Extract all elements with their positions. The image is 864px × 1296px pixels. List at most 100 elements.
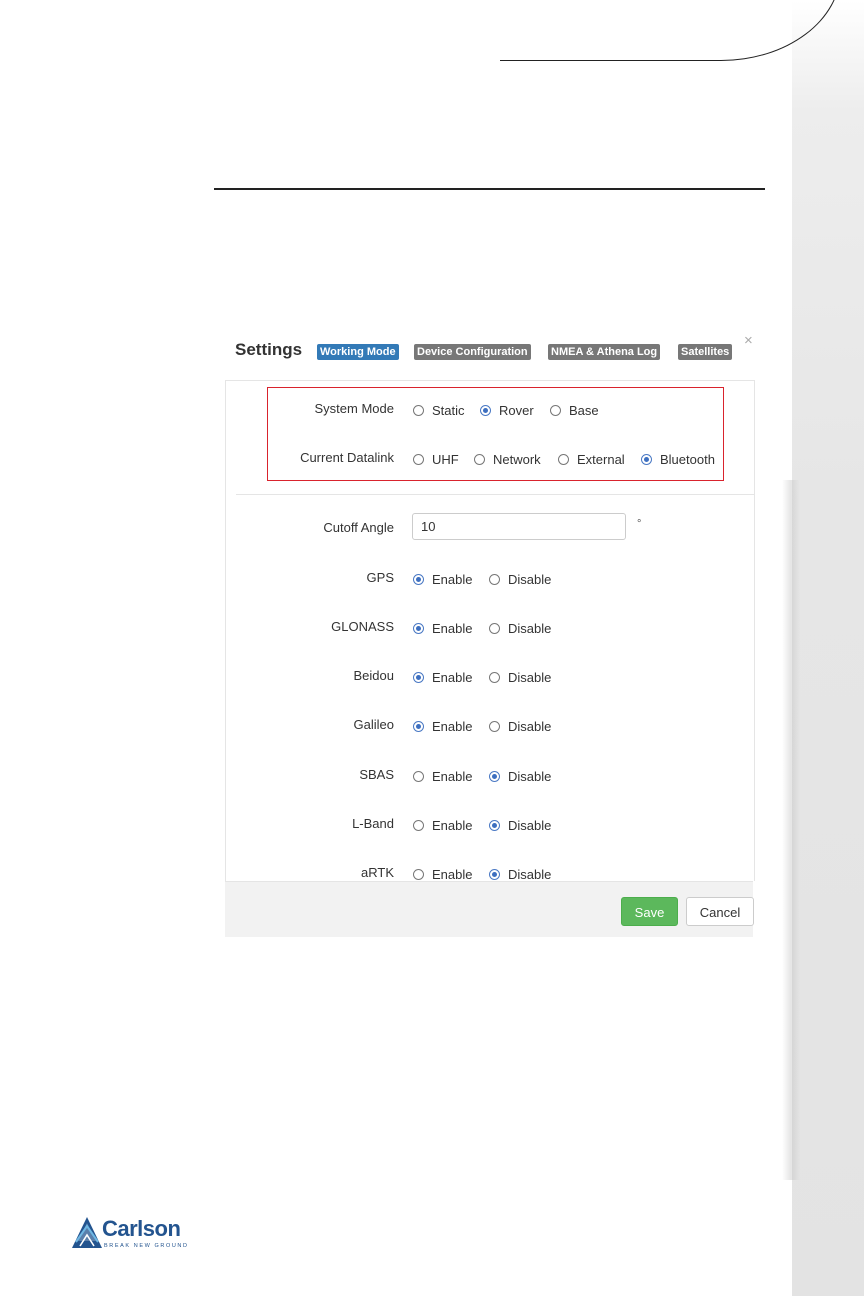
glonass-disable-option[interactable]: Disable (489, 617, 551, 639)
radio-uhf[interactable] (413, 453, 424, 465)
artk-enable-option[interactable]: Enable (413, 863, 472, 881)
radio-static[interactable] (413, 404, 424, 416)
cutoff-angle-input[interactable] (412, 513, 626, 540)
beidou-enable-option[interactable]: Enable (413, 666, 472, 688)
radio-galileo-enable[interactable] (413, 720, 424, 732)
option-label: UHF (432, 451, 459, 467)
sbas-label: SBAS (359, 767, 394, 782)
option-label: Rover (499, 402, 534, 418)
dialog-header: Settings Working Mode Device Configurati… (225, 326, 755, 381)
option-label: Enable (432, 718, 473, 734)
degree-unit: ° (637, 518, 642, 530)
radio-l-band-disable[interactable] (489, 819, 500, 831)
radio-beidou-enable[interactable] (413, 671, 424, 683)
radio-sbas-disable[interactable] (489, 770, 500, 782)
radio-bluetooth[interactable] (641, 453, 652, 465)
cutoff-angle-label: Cutoff Angle (323, 520, 394, 535)
system-mode-rover-option[interactable]: Rover (480, 399, 534, 421)
tab-satellites[interactable]: Satellites (678, 344, 733, 360)
settings-dialog: Settings Working Mode Device Configurati… (225, 326, 755, 937)
tab-device-configuration[interactable]: Device Configuration (414, 344, 531, 360)
cutoff-angle-row: Cutoff Angle ° (226, 513, 754, 540)
page-horizontal-rule (214, 188, 765, 190)
radio-rover[interactable] (480, 404, 491, 416)
current-datalink-label: Current Datalink (300, 450, 394, 465)
option-label: Disable (508, 571, 552, 587)
galileo-enable-option[interactable]: Enable (413, 715, 472, 737)
option-label: Base (569, 402, 599, 418)
save-button[interactable]: Save (621, 897, 678, 926)
option-label: Disable (508, 817, 552, 833)
galileo-disable-option[interactable]: Disable (489, 715, 551, 737)
option-label: Network (493, 451, 541, 467)
gps-row: GPS Enable Disable (226, 568, 754, 590)
carlson-logo: Carlson BREAK NEW GROUND (71, 1216, 201, 1256)
l-band-disable-option[interactable]: Disable (489, 814, 551, 836)
tab-nmea-athena-log[interactable]: NMEA & Athena Log (548, 344, 661, 360)
dialog-title: Settings (235, 340, 303, 359)
section-divider (236, 494, 754, 495)
artk-disable-option[interactable]: Disable (489, 863, 551, 881)
artk-row: aRTK Enable Disable (226, 863, 754, 881)
radio-galileo-disable[interactable] (489, 720, 500, 732)
sbas-disable-option[interactable]: Disable (489, 765, 551, 787)
radio-l-band-enable[interactable] (413, 819, 424, 831)
option-label: Disable (508, 669, 552, 685)
radio-gps-disable[interactable] (489, 573, 500, 585)
radio-gps-enable[interactable] (413, 573, 424, 585)
gps-label: GPS (366, 570, 394, 585)
option-label: Enable (432, 768, 473, 784)
glonass-enable-option[interactable]: Enable (413, 617, 472, 639)
page-curve-decoration (500, 0, 841, 61)
system-mode-static-option[interactable]: Static (413, 399, 465, 421)
carlson-mountain-icon (72, 1217, 102, 1248)
galileo-row: Galileo Enable Disable (226, 715, 754, 737)
radio-base[interactable] (550, 404, 561, 416)
option-label: Enable (432, 620, 473, 636)
radio-artk-disable[interactable] (489, 868, 500, 880)
sbas-enable-option[interactable]: Enable (413, 765, 472, 787)
datalink-external-option[interactable]: External (558, 448, 625, 470)
system-mode-base-option[interactable]: Base (550, 399, 599, 421)
radio-beidou-disable[interactable] (489, 671, 500, 683)
close-icon[interactable]: × (744, 333, 753, 348)
option-label: Disable (508, 866, 552, 882)
datalink-network-option[interactable]: Network (474, 448, 541, 470)
radio-glonass-enable[interactable] (413, 622, 424, 634)
logo-wordmark: Carlson (102, 1216, 181, 1241)
beidou-disable-option[interactable]: Disable (489, 666, 551, 688)
option-label: Enable (432, 817, 473, 833)
option-label: Enable (432, 866, 473, 882)
option-label: Bluetooth (660, 451, 715, 467)
beidou-row: Beidou Enable Disable (226, 666, 754, 688)
radio-network[interactable] (474, 453, 485, 465)
radio-artk-enable[interactable] (413, 868, 424, 880)
option-label: Static (432, 402, 465, 418)
l-band-enable-option[interactable]: Enable (413, 814, 472, 836)
system-mode-row: System Mode Static Rover Base (226, 399, 754, 421)
tab-working-mode[interactable]: Working Mode (317, 344, 399, 360)
option-label: Disable (508, 620, 552, 636)
gps-enable-option[interactable]: Enable (413, 568, 472, 590)
option-label: External (577, 451, 625, 467)
radio-glonass-disable[interactable] (489, 622, 500, 634)
cancel-button[interactable]: Cancel (686, 897, 754, 926)
glonass-row: GLONASS Enable Disable (226, 617, 754, 639)
artk-label: aRTK (361, 865, 394, 880)
gps-disable-option[interactable]: Disable (489, 568, 551, 590)
l-band-label: L-Band (352, 816, 394, 831)
dialog-footer: Save Cancel (225, 881, 754, 937)
option-label: Enable (432, 669, 473, 685)
radio-sbas-enable[interactable] (413, 770, 424, 782)
current-datalink-row: Current Datalink UHF Network External Bl… (226, 448, 754, 470)
radio-external[interactable] (558, 453, 569, 465)
page-edge-shading (782, 0, 864, 1296)
logo-tagline: BREAK NEW GROUND (104, 1243, 189, 1249)
galileo-label: Galileo (353, 717, 394, 732)
datalink-uhf-option[interactable]: UHF (413, 448, 459, 470)
datalink-bluetooth-option[interactable]: Bluetooth (641, 448, 715, 470)
l-band-row: L-Band Enable Disable (226, 814, 754, 836)
option-label: Disable (508, 718, 552, 734)
glonass-label: GLONASS (331, 619, 394, 634)
system-mode-label: System Mode (314, 401, 394, 416)
